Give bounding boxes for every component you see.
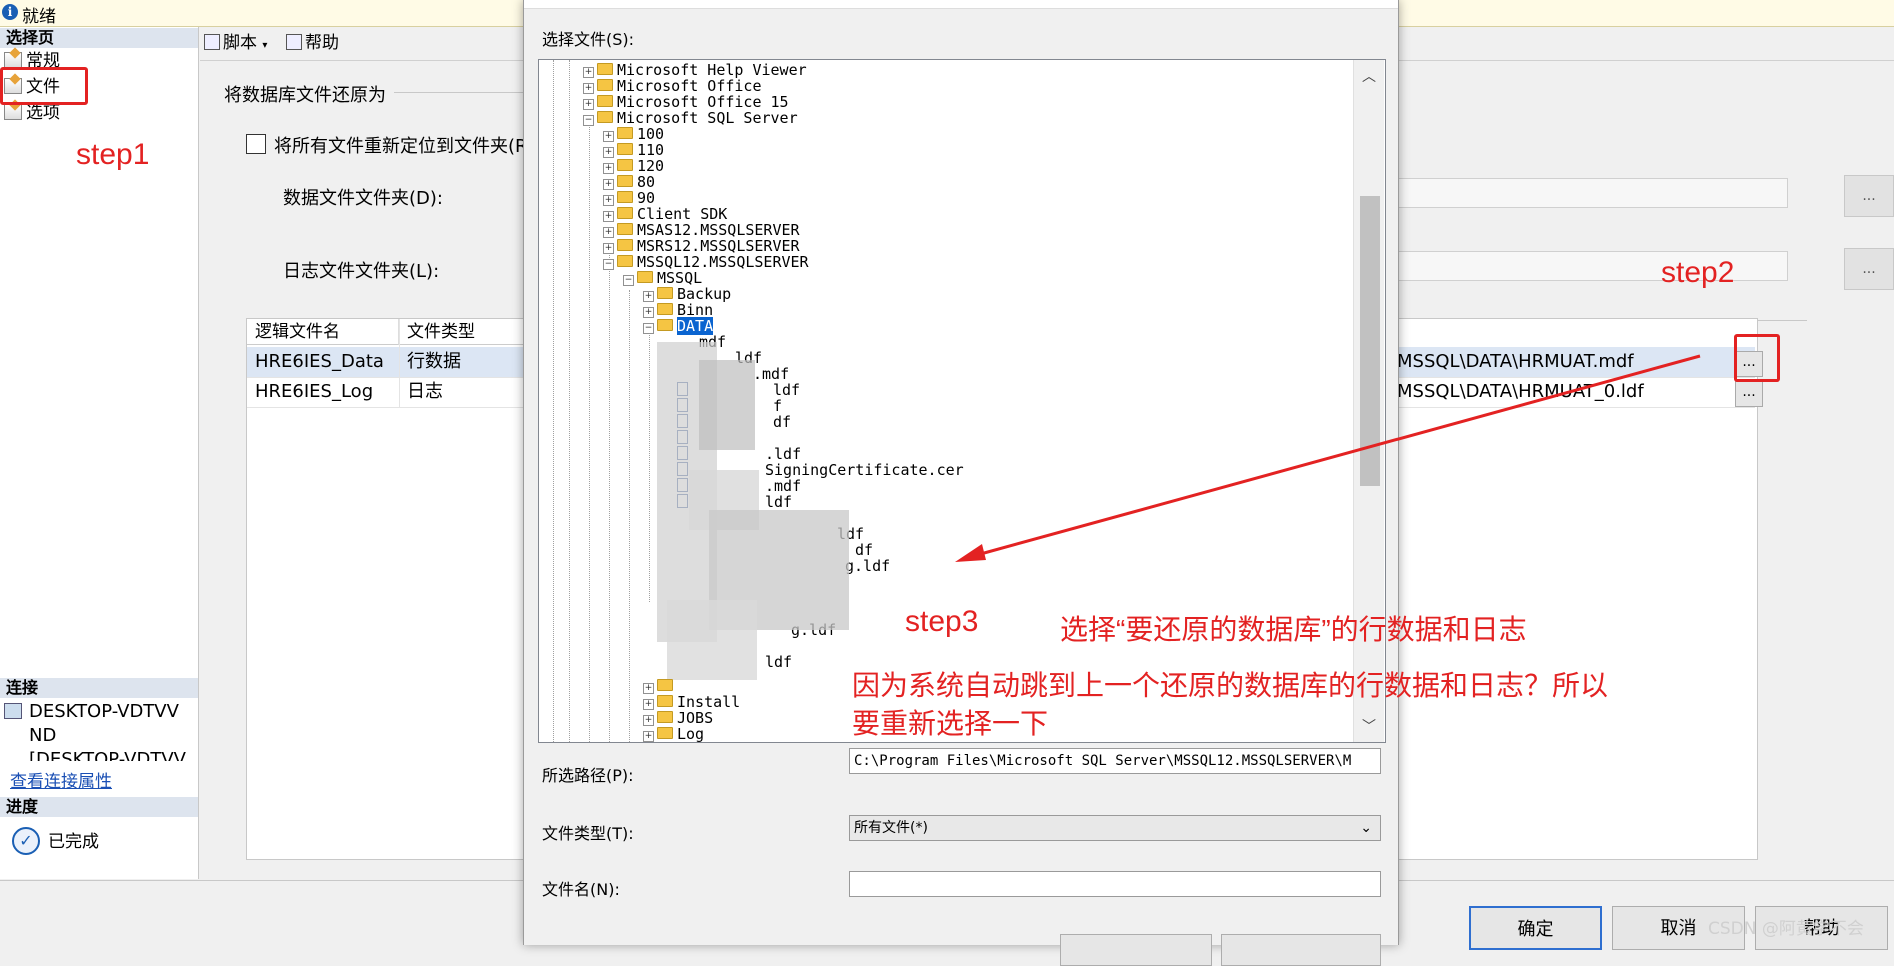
annotation-note-2-line2: 要重新选择一下 xyxy=(852,708,1049,739)
watermark: CSDN @阿黄学不会 xyxy=(1708,919,1864,939)
annotation-note-1: 选择“要还原的数据库”的行数据和日志 xyxy=(1060,614,1527,645)
step3-label: step3 xyxy=(905,605,979,638)
annotation-note-2-line1: 因为系统自动跳到上一个还原的数据库的行数据和日志？所以 xyxy=(852,670,1609,701)
annotation-arrow xyxy=(955,354,1701,562)
